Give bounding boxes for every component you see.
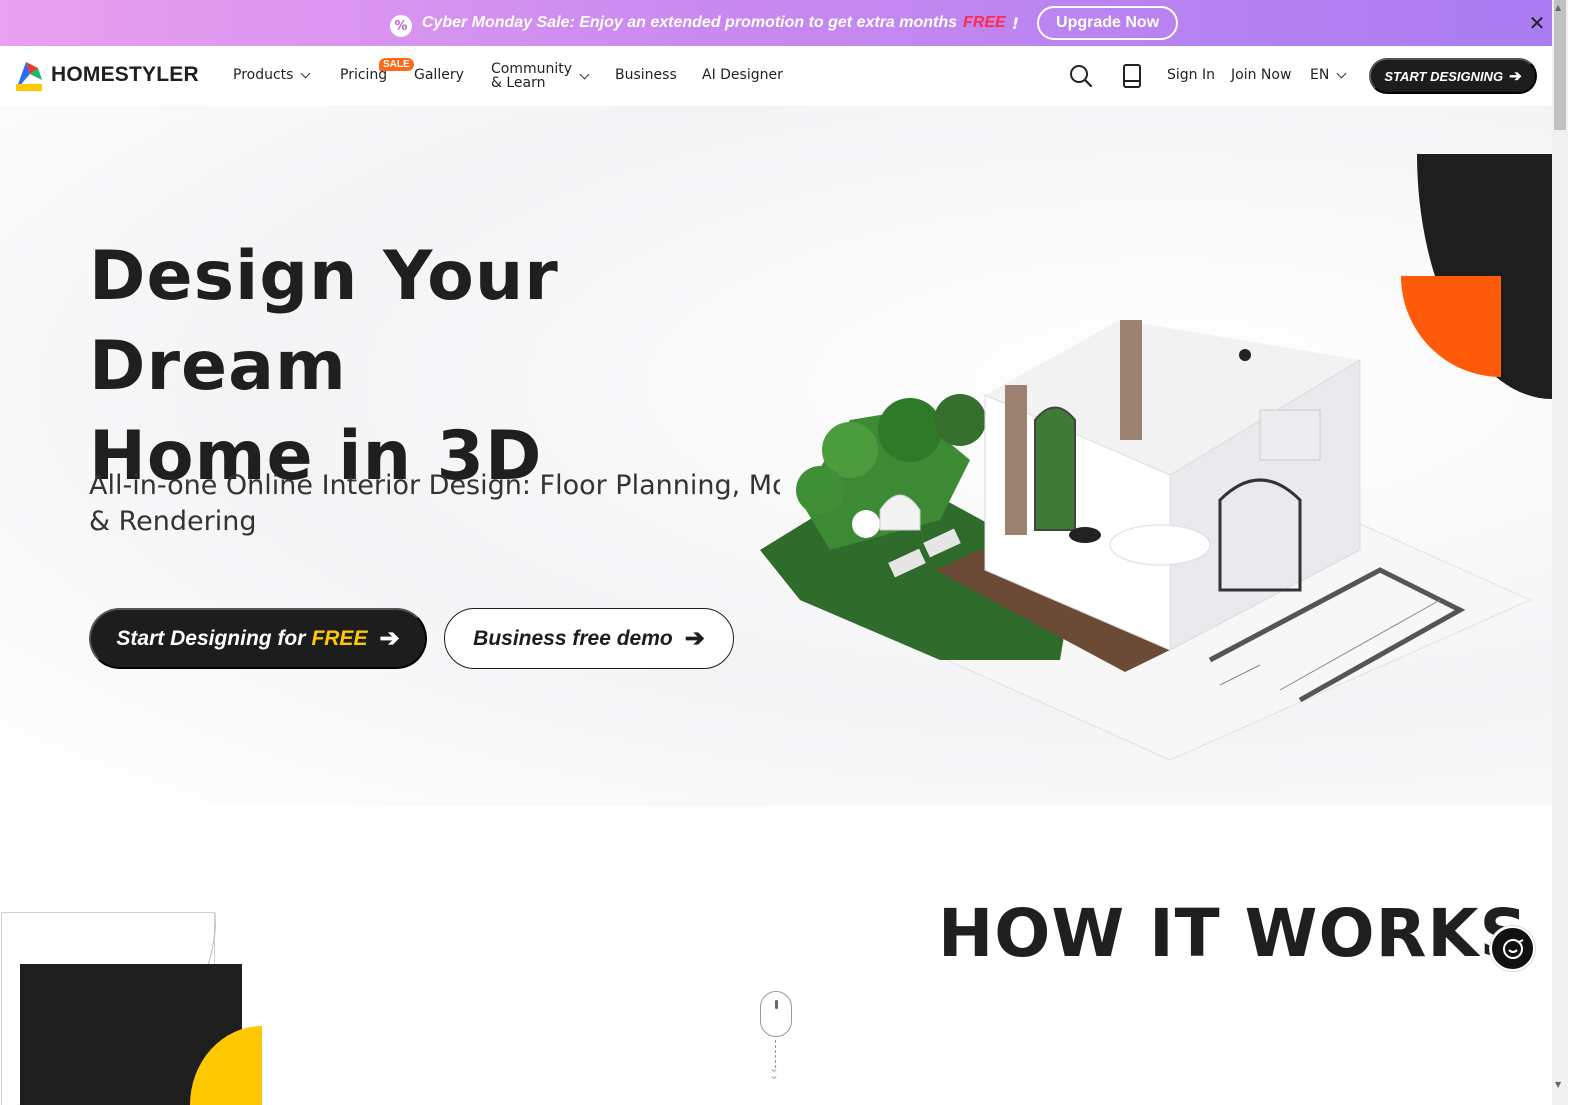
nav-community-learn[interactable]: Community & Learn [491, 62, 590, 90]
nav-gallery-label: Gallery [414, 67, 464, 83]
join-now-link[interactable]: Join Now [1231, 67, 1291, 83]
cta-primary-label: Start Designing for [116, 626, 306, 650]
cta-primary-free: FREE [311, 626, 368, 650]
nav-products-label: Products [233, 67, 294, 83]
sale-badge: SALE [379, 58, 414, 71]
search-icon[interactable] [1068, 63, 1094, 89]
start-designing-label: START DESIGNING [1384, 68, 1504, 84]
nav-gallery[interactable]: Gallery [414, 67, 464, 83]
join-now-label: Join Now [1231, 67, 1292, 83]
promo-banner: % Cyber Monday Sale: Enjoy an extended p… [0, 0, 1568, 46]
promo-free-highlight: FREE [963, 14, 1006, 31]
scroll-up-icon[interactable]: ▲ [1555, 3, 1561, 12]
nav-community-line1: Community [491, 61, 573, 77]
sign-in-link[interactable]: Sign In [1167, 67, 1215, 83]
business-free-demo-button[interactable]: Business free demo ➔ [444, 608, 734, 669]
main-nav: HOMESTYLER Products Pricing SALE Gallery… [0, 46, 1568, 106]
language-label: EN [1310, 67, 1330, 83]
nav-business-label: Business [615, 67, 677, 83]
close-icon[interactable]: ✕ [1528, 13, 1546, 33]
tablet-icon[interactable] [1119, 63, 1145, 89]
nav-ai-designer-label: AI Designer [702, 67, 783, 83]
logo-text: HOMESTYLER [51, 63, 199, 86]
percent-badge-icon: % [389, 15, 412, 37]
how-it-works-heading: HOW IT WORKS [938, 895, 1529, 972]
nav-community-line2: & Learn [491, 75, 546, 91]
language-selector[interactable]: EN [1310, 67, 1347, 83]
hero-subtitle-line1: All-in-one Online Interior Design: Floor… [89, 470, 780, 501]
hero-subtitle: All-in-one Online Interior Design: Floor… [89, 468, 780, 540]
arrow-right-icon: ➔ [379, 625, 400, 652]
cta-secondary-label: Business free demo [473, 626, 673, 650]
page-scrollbar[interactable] [1552, 0, 1568, 1105]
hero-subtitle-wrapper: All-in-one Online Interior Design: Floor… [0, 460, 780, 550]
hero-subtitle-line2: & Rendering [89, 506, 257, 537]
start-designing-button[interactable]: START DESIGNING ➔ [1369, 58, 1537, 94]
hero-title-line1: Design Your Dream [89, 237, 559, 406]
promo-text: Cyber Monday Sale: Enjoy an extended pro… [421, 14, 958, 31]
scroll-down-icon[interactable]: ▼ [1555, 1080, 1561, 1089]
arrow-right-icon: ➔ [684, 625, 705, 652]
chevron-down-icon [1336, 68, 1347, 78]
chevron-down-icon [579, 69, 590, 79]
logo[interactable]: HOMESTYLER [14, 58, 199, 92]
double-chevron-down-icon: ⌄ ⌄ [769, 1061, 780, 1082]
scroll-mouse-icon [760, 991, 792, 1037]
arrow-right-icon: ➔ [1509, 68, 1522, 85]
scroll-wheel [775, 1000, 778, 1009]
nav-community-label: Community & Learn [491, 62, 572, 90]
homestyler-logo-icon [16, 62, 42, 91]
chat-support-icon[interactable] [1490, 926, 1535, 971]
promo-suffix: ! [1011, 13, 1020, 33]
nav-ai-designer[interactable]: AI Designer [702, 67, 783, 83]
chevron-down-icon [301, 68, 311, 78]
nav-products[interactable]: Products [233, 67, 311, 83]
chat-icon [1502, 938, 1523, 959]
3d-house-illustration [760, 320, 1532, 760]
sign-in-label: Sign In [1167, 67, 1215, 83]
nav-business[interactable]: Business [615, 67, 677, 83]
upgrade-now-button[interactable]: Upgrade Now [1037, 6, 1179, 40]
scrollbar-thumb[interactable] [1554, 0, 1566, 130]
start-designing-free-button[interactable]: Start Designing for FREE ➔ [89, 608, 427, 669]
